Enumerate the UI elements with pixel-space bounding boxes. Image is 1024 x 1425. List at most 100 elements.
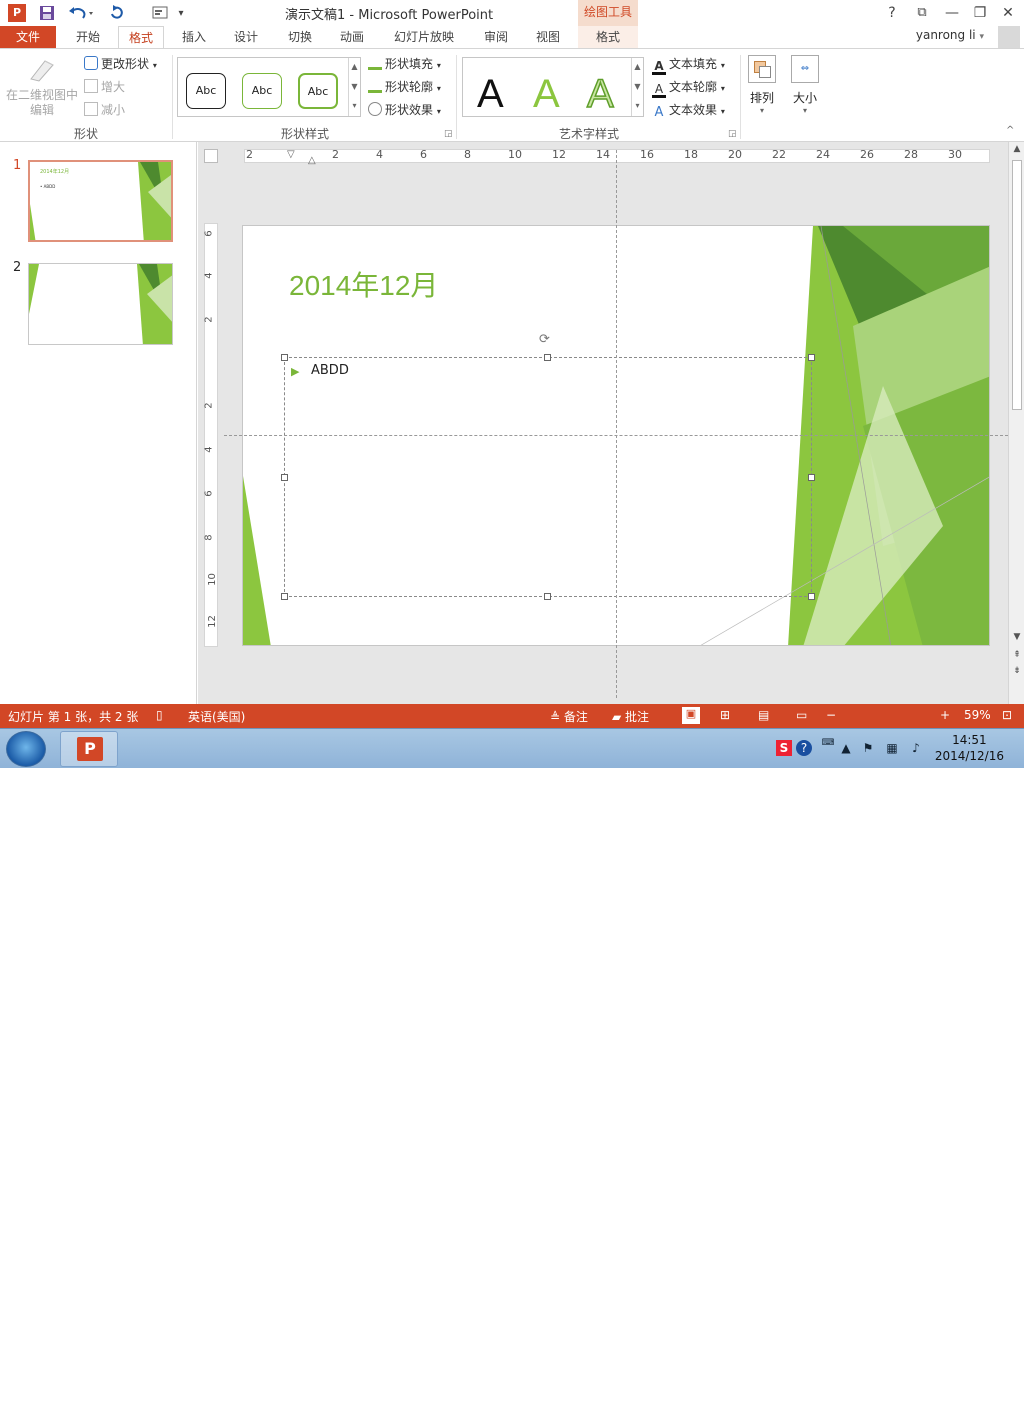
- wordart-style-black[interactable]: A: [477, 72, 504, 116]
- previous-slide-icon[interactable]: ⇞: [1009, 650, 1024, 660]
- shape-style-black[interactable]: Abc: [186, 73, 226, 109]
- resize-handle-se[interactable]: [808, 593, 815, 600]
- system-clock[interactable]: 14:51 2014/12/16: [935, 732, 1004, 764]
- shape-styles-gallery[interactable]: Abc Abc Abc ▲ ▼ ▾: [177, 57, 361, 117]
- spellcheck-icon[interactable]: ▯: [156, 708, 163, 722]
- scrollbar-thumb[interactable]: [1012, 160, 1022, 410]
- language-status[interactable]: 英语(美国): [188, 708, 245, 725]
- gallery-scroll-down[interactable]: ▼: [348, 78, 360, 98]
- rotate-handle-icon[interactable]: ⟳: [539, 332, 550, 347]
- tab-slideshow[interactable]: 幻灯片放映: [384, 26, 464, 48]
- resize-handle-n[interactable]: [544, 354, 551, 361]
- gallery-more[interactable]: ▾: [348, 98, 360, 116]
- gallery-scroll-down[interactable]: ▼: [631, 78, 643, 98]
- tab-review[interactable]: 审阅: [474, 26, 518, 48]
- zoom-slider-thumb[interactable]: [865, 1414, 869, 1425]
- wordart-style-green-outline[interactable]: A: [586, 71, 614, 117]
- slide-thumbnail-2[interactable]: [28, 263, 173, 345]
- zoom-out-icon[interactable]: −: [826, 708, 836, 722]
- slide-sorter-view-icon[interactable]: ⊞: [720, 708, 730, 722]
- resize-handle-w[interactable]: [281, 474, 288, 481]
- resize-handle-sw[interactable]: [281, 593, 288, 600]
- tab-drawing-format[interactable]: 格式: [578, 26, 638, 48]
- user-account[interactable]: yanrong li ▾: [916, 28, 984, 42]
- network-icon[interactable]: ▦: [884, 740, 900, 756]
- text-outline-button[interactable]: A 文本轮廓 ▾: [652, 77, 725, 98]
- gallery-more[interactable]: ▾: [631, 98, 643, 116]
- redo-icon[interactable]: [106, 2, 128, 24]
- bullet-text[interactable]: ABDD: [311, 363, 349, 378]
- edit-in-2d-button[interactable]: 在二维视图中编辑: [6, 55, 78, 121]
- volume-icon[interactable]: ♪: [908, 740, 924, 756]
- horizontal-ruler[interactable]: [244, 149, 990, 163]
- size-button[interactable]: ⇔ 大小 ▾: [788, 55, 822, 115]
- slideshow-view-icon[interactable]: ▭: [796, 708, 807, 722]
- close-button[interactable]: ✕: [996, 2, 1020, 24]
- dialog-launcher-icon[interactable]: ◲: [728, 129, 737, 139]
- tab-file[interactable]: 文件: [0, 26, 56, 48]
- wordart-styles-gallery[interactable]: A A A ▲ ▼ ▾: [462, 57, 644, 117]
- help-button[interactable]: ?: [880, 2, 904, 24]
- tab-format-active[interactable]: 格式: [118, 26, 164, 49]
- resize-handle-nw[interactable]: [281, 354, 288, 361]
- collapse-ribbon-icon[interactable]: ^: [1006, 125, 1014, 136]
- normal-view-icon[interactable]: ▣: [682, 707, 700, 724]
- text-effects-button[interactable]: A 文本效果 ▾: [652, 100, 725, 120]
- larger-button[interactable]: 增大: [84, 77, 125, 97]
- shape-fill-button[interactable]: 形状填充 ▾: [368, 54, 441, 74]
- action-center-flag-icon[interactable]: ⚑: [860, 740, 876, 756]
- fit-to-window-icon[interactable]: ⊡: [1002, 708, 1012, 722]
- shape-effects-button[interactable]: 形状效果 ▾: [368, 100, 441, 120]
- zoom-in-icon[interactable]: +: [940, 708, 950, 722]
- dialog-launcher-icon[interactable]: ◲: [444, 129, 453, 139]
- vertical-scrollbar[interactable]: ▲ ▼ ⇞ ⇟: [1008, 142, 1024, 704]
- horizontal-guide[interactable]: [224, 435, 1008, 436]
- comments-button[interactable]: ▰ 批注: [612, 708, 649, 725]
- slideshow-from-start-icon[interactable]: [150, 2, 170, 24]
- tab-design[interactable]: 设计: [224, 26, 268, 48]
- scroll-up-icon[interactable]: ▲: [1009, 144, 1024, 154]
- resize-handle-s[interactable]: [544, 593, 551, 600]
- gallery-scroll-up[interactable]: ▲: [631, 58, 643, 78]
- powerpoint-app-icon[interactable]: P: [6, 2, 28, 24]
- shape-style-green[interactable]: Abc: [298, 73, 338, 109]
- resize-handle-e[interactable]: [808, 474, 815, 481]
- slide-count-status[interactable]: 幻灯片 第 1 张，共 2 张: [8, 708, 138, 725]
- tab-home[interactable]: 开始: [66, 26, 110, 48]
- change-shape-button[interactable]: 更改形状 ▾: [84, 54, 157, 74]
- tab-animations[interactable]: 动画: [330, 26, 374, 48]
- smaller-button[interactable]: 减小: [84, 100, 125, 120]
- keyboard-tray-icon[interactable]: ⌨: [820, 735, 836, 751]
- taskbar-powerpoint-button[interactable]: P: [60, 731, 118, 767]
- gallery-scroll-up[interactable]: ▲: [348, 58, 360, 78]
- shape-outline-button[interactable]: 形状轮廓 ▾: [368, 77, 441, 97]
- maximize-button[interactable]: ❐: [968, 2, 992, 24]
- help-tray-icon[interactable]: ?: [796, 740, 812, 756]
- start-button[interactable]: [6, 731, 46, 767]
- reading-view-icon[interactable]: ▤: [758, 708, 769, 722]
- notes-button[interactable]: ≜ 备注: [550, 708, 588, 725]
- vertical-guide[interactable]: [616, 150, 617, 698]
- tab-insert[interactable]: 插入: [172, 26, 216, 48]
- wordart-style-green[interactable]: A: [533, 72, 560, 116]
- slide-thumbnail-1[interactable]: 2014年12月 • ABDD: [28, 160, 173, 242]
- zoom-slider-track[interactable]: [838, 1419, 940, 1420]
- sogou-input-icon[interactable]: S: [776, 740, 792, 756]
- left-indent-icon[interactable]: △: [308, 155, 316, 166]
- scroll-down-icon[interactable]: ▼: [1009, 632, 1024, 642]
- undo-icon[interactable]: [66, 2, 96, 24]
- slide-title[interactable]: 2014年12月: [289, 264, 438, 304]
- customize-qat-icon[interactable]: ▾: [174, 2, 188, 24]
- resize-handle-ne[interactable]: [808, 354, 815, 361]
- show-hidden-icons-icon[interactable]: ▲: [838, 740, 854, 756]
- shape-style-green-light[interactable]: Abc: [242, 73, 282, 109]
- minimize-button[interactable]: —: [940, 2, 964, 24]
- next-slide-icon[interactable]: ⇟: [1009, 666, 1024, 676]
- avatar[interactable]: [998, 26, 1020, 48]
- ribbon-display-options-button[interactable]: ⧉: [910, 2, 934, 24]
- save-icon[interactable]: [36, 2, 58, 24]
- tab-view[interactable]: 视图: [526, 26, 570, 48]
- arrange-button[interactable]: 排列 ▾: [746, 55, 778, 115]
- tab-selector-icon[interactable]: [204, 149, 218, 163]
- content-placeholder[interactable]: [284, 357, 812, 597]
